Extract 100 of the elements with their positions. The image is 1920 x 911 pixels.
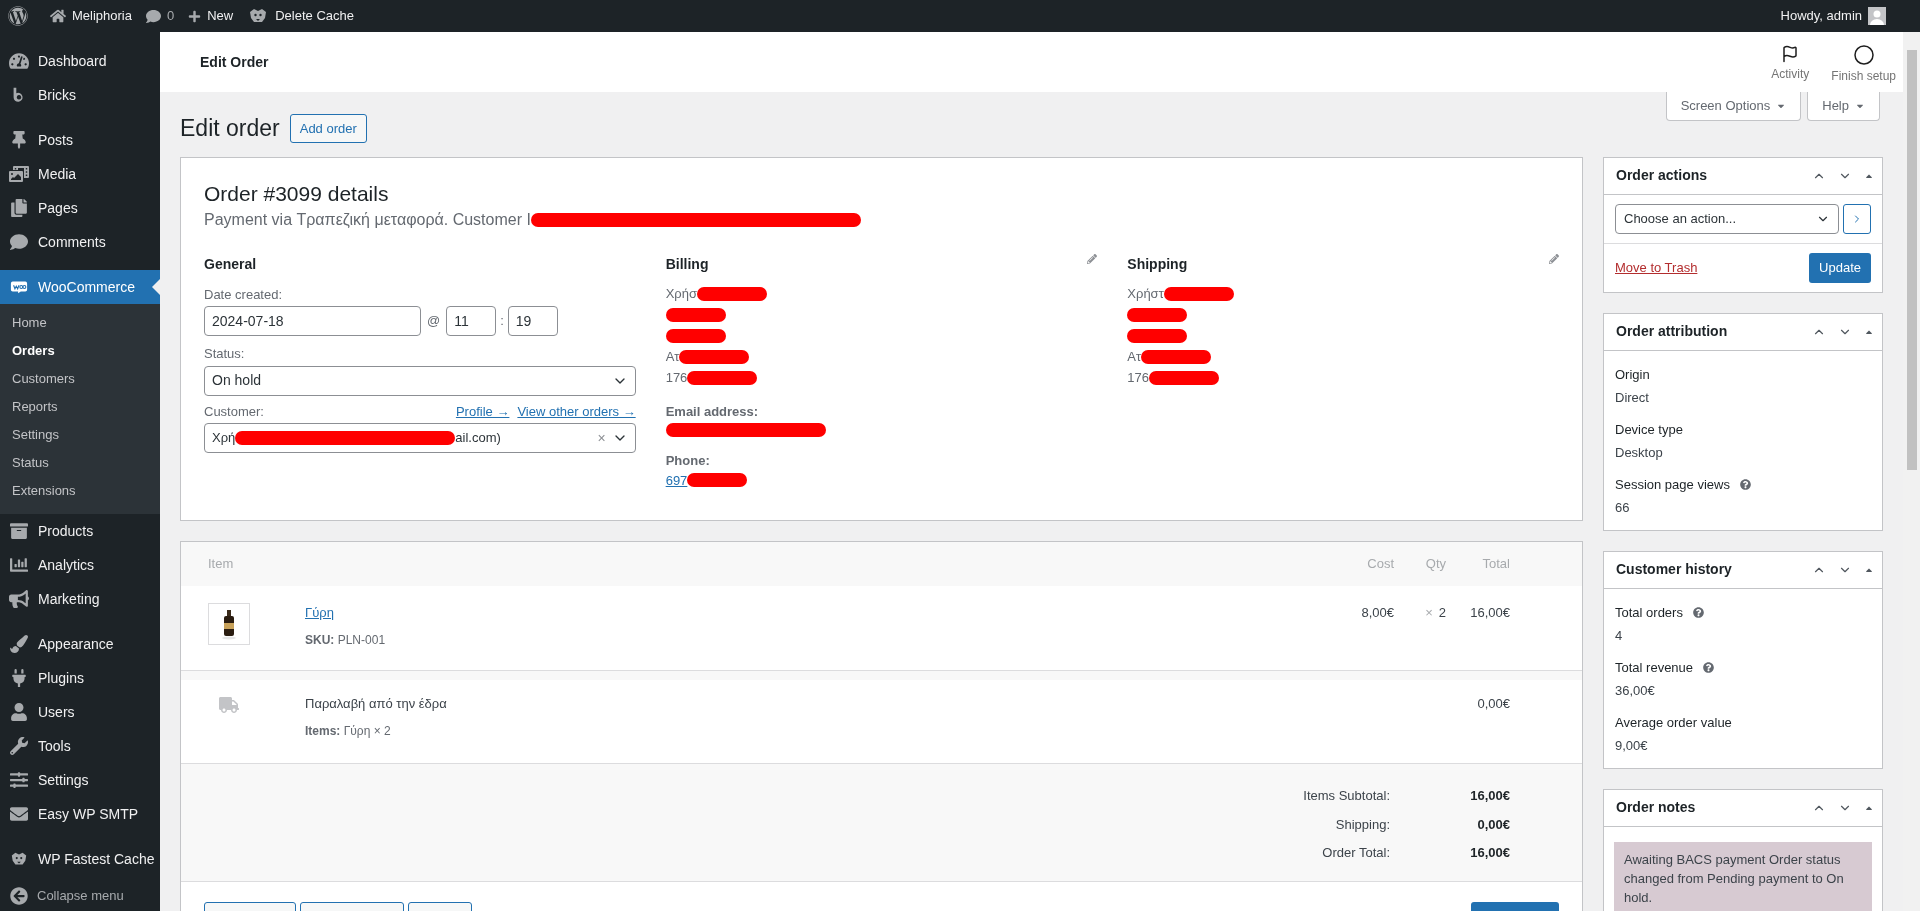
sidebar-item[interactable]: Settings <box>0 763 160 797</box>
column-heading: General <box>204 254 258 274</box>
field-value: 36,00€ <box>1615 682 1656 700</box>
header-title: Edit Order <box>200 52 269 72</box>
help-icon[interactable] <box>1739 478 1751 490</box>
header-action[interactable]: Finish setup <box>1831 45 1896 85</box>
collapse-icon <box>10 887 28 905</box>
screen-tab[interactable]: Screen Options <box>1665 92 1802 121</box>
delete-cache-link[interactable]: Delete Cache <box>247 6 354 26</box>
gauge-icon <box>9 52 29 70</box>
at-sign: @ <box>426 312 442 331</box>
pencil-icon[interactable] <box>1087 253 1098 264</box>
customer-select[interactable]: Χρή ail.com) × <box>204 423 636 453</box>
submenu-item[interactable]: Customers <box>0 367 160 390</box>
sidebar-item[interactable]: Comments <box>0 225 160 259</box>
minute-field[interactable]: 19 <box>507 306 558 336</box>
time-separator: : <box>500 312 504 331</box>
submenu-item[interactable]: Reports <box>0 395 160 418</box>
comment-icon <box>9 233 29 251</box>
field-value: 66 <box>1615 499 1631 517</box>
phone-link[interactable]: 697 <box>665 470 688 490</box>
sidebar-item[interactable]: Easy WP SMTP <box>0 797 160 831</box>
panel-title: Order attribution <box>1616 322 1728 341</box>
field-label: Total revenue <box>1615 658 1694 677</box>
customer-link[interactable]: Profile → <box>455 401 510 421</box>
panel-title: Customer history <box>1616 560 1732 579</box>
current-arrow-icon <box>152 279 160 295</box>
total-value: 0,00€ <box>1476 815 1510 834</box>
flag-icon <box>1781 45 1800 63</box>
total-value: 16,00€ <box>1469 787 1510 805</box>
address-line: 176 <box>665 369 688 388</box>
field-label: Total orders <box>1615 603 1683 622</box>
status-select[interactable]: On hold <box>204 365 636 396</box>
item-cost: 8,00€ <box>1360 604 1394 622</box>
pages-icon <box>9 199 29 217</box>
customer-link[interactable]: View other orders → <box>517 401 636 421</box>
sidebar-item[interactable]: WooCommerce <box>0 270 160 304</box>
sidebar-item[interactable]: Posts <box>0 123 160 157</box>
field-label: Email address: <box>665 402 760 421</box>
user-icon <box>9 703 29 721</box>
sidebar-item[interactable]: Analytics <box>0 548 160 582</box>
update-button[interactable]: Update <box>1809 252 1871 283</box>
collapse-menu-button[interactable]: Collapse menu <box>0 881 160 911</box>
product-link[interactable]: Γύρη <box>305 603 1334 623</box>
address-line: Χρήστ <box>1127 285 1164 304</box>
submenu-item[interactable]: Settings <box>0 423 160 446</box>
move-to-trash-link[interactable]: Move to Trash <box>1615 257 1698 278</box>
sidebar-item[interactable]: Users <box>0 695 160 729</box>
sidebar-item[interactable]: Pages <box>0 191 160 225</box>
field-label: Phone: <box>665 452 711 470</box>
account-link[interactable]: Howdy, admin <box>1780 6 1862 26</box>
field-label: Status: <box>204 345 246 363</box>
add-order-button[interactable]: Add order <box>289 113 367 143</box>
shipping-total: 0,00€ <box>1476 695 1510 713</box>
sku-text: SKU: PLN-001 <box>305 631 387 649</box>
column-header: Cost <box>1366 555 1394 574</box>
sidebar-item[interactable]: Tools <box>0 729 160 763</box>
submenu-item[interactable]: Status <box>0 451 160 474</box>
sidebar-item[interactable]: Products <box>0 514 160 548</box>
help-icon[interactable] <box>1692 606 1704 618</box>
envelope-icon <box>9 805 29 823</box>
action-select[interactable]: Choose an action... <box>1615 203 1839 234</box>
screen-tab[interactable]: Help <box>1807 92 1880 121</box>
field-label: Date created: <box>204 285 284 304</box>
header-action[interactable]: Activity <box>1771 45 1810 85</box>
media-icon <box>9 165 29 183</box>
sidebar-item[interactable]: Marketing <box>0 582 160 616</box>
sidebar-item[interactable]: Media <box>0 157 160 191</box>
payment-info: Payment via Τραπεζική μεταφορά. Customer I <box>204 209 531 230</box>
field-label: Origin <box>1615 365 1650 384</box>
submenu-item[interactable]: Home <box>0 311 160 334</box>
pencil-icon[interactable] <box>1549 253 1559 264</box>
sidebar-item[interactable]: Plugins <box>0 661 160 695</box>
page-title: Edit order <box>180 114 280 143</box>
archive-icon <box>9 522 29 540</box>
shipping-method: Παραλαβή από την έδρα <box>305 695 448 713</box>
sidebar-item[interactable]: Bricks <box>0 78 160 112</box>
shipping-items: Items: Γύρη × 2 <box>305 722 392 740</box>
megaphone-icon <box>9 590 29 608</box>
address-line: Χρήσ <box>665 285 697 304</box>
sidebar-item[interactable]: Appearance <box>0 627 160 661</box>
new-link[interactable]: New <box>188 6 234 26</box>
field-value: 4 <box>1615 627 1624 645</box>
panel-title: Order notes <box>1616 798 1696 817</box>
sidebar-item[interactable]: Dashboard <box>0 44 160 78</box>
sidebar-item[interactable]: WP Fastest Cache <box>0 842 160 876</box>
comments-link[interactable]: 0 <box>146 6 175 26</box>
wordpress-logo-icon[interactable] <box>8 6 28 26</box>
apply-button[interactable] <box>1843 203 1871 234</box>
help-icon[interactable] <box>1703 661 1715 673</box>
field-value: 9,00€ <box>1615 737 1649 755</box>
customer-name: Χρή <box>212 429 236 448</box>
column-heading: Shipping <box>1127 254 1188 274</box>
field-label: Average order value <box>1615 713 1732 732</box>
hour-field[interactable]: 11 <box>446 306 497 336</box>
submenu-item[interactable]: Extensions <box>0 479 160 502</box>
site-link[interactable]: Meliphoria <box>50 6 132 26</box>
submenu-item[interactable]: Orders <box>0 339 160 362</box>
paintbrush-icon <box>9 635 29 653</box>
date-field[interactable]: 2024-07-18 <box>204 306 421 336</box>
